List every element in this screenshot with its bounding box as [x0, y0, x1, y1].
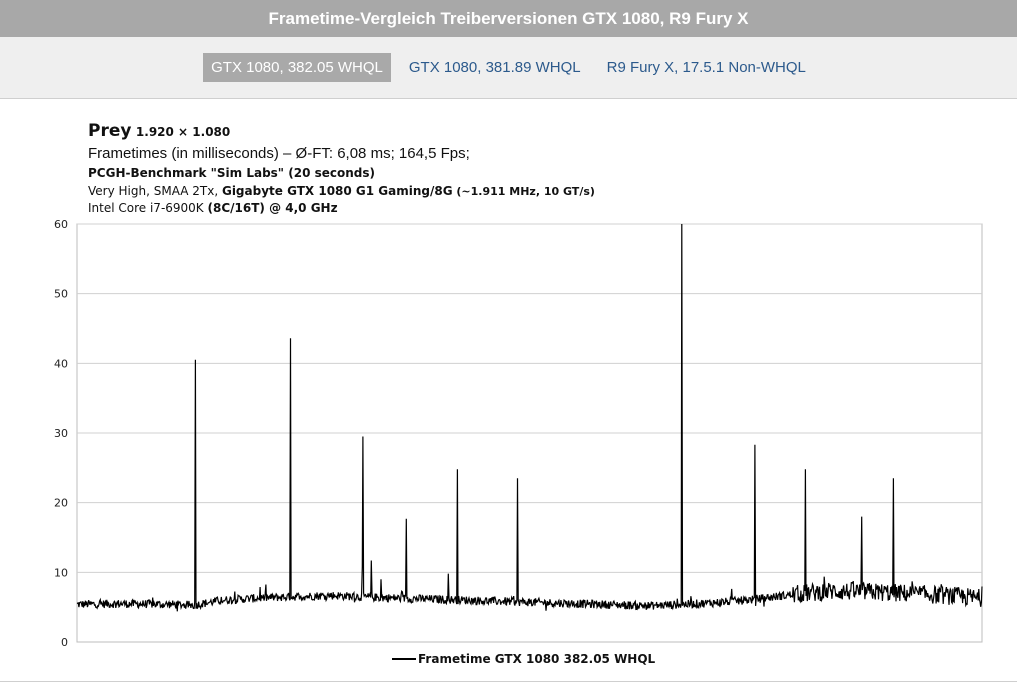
page-title: Frametime-Vergleich Treiberversionen GTX…	[0, 0, 1017, 37]
y-tick-label: 20	[54, 497, 68, 510]
legend: Frametime GTX 1080 382.05 WHQL	[392, 652, 655, 666]
y-tick-label: 30	[54, 427, 68, 440]
y-tick-label: 40	[54, 357, 68, 370]
y-tick-label: 10	[54, 566, 68, 579]
y-tick-label: 50	[54, 288, 68, 301]
y-tick-label: 0	[61, 636, 68, 649]
tab-gtx1080-382-05[interactable]: GTX 1080, 382.05 WHQL	[203, 53, 391, 82]
y-tick-label: 60	[54, 218, 68, 231]
tab-r9-fury-x[interactable]: R9 Fury X, 17.5.1 Non-WHQL	[599, 53, 814, 82]
legend-label: Frametime GTX 1080 382.05 WHQL	[418, 652, 656, 666]
tab-bar: GTX 1080, 382.05 WHQL GTX 1080, 381.89 W…	[0, 37, 1017, 99]
frametime-chart: 0 10 20 30 40 50 60	[54, 218, 983, 649]
chart-panel: Prey 1.920 × 1.080 Frametimes (in millis…	[0, 99, 1017, 681]
legend-swatch	[392, 658, 416, 660]
tab-gtx1080-381-89[interactable]: GTX 1080, 381.89 WHQL	[401, 53, 589, 82]
bottom-divider	[0, 681, 1017, 682]
